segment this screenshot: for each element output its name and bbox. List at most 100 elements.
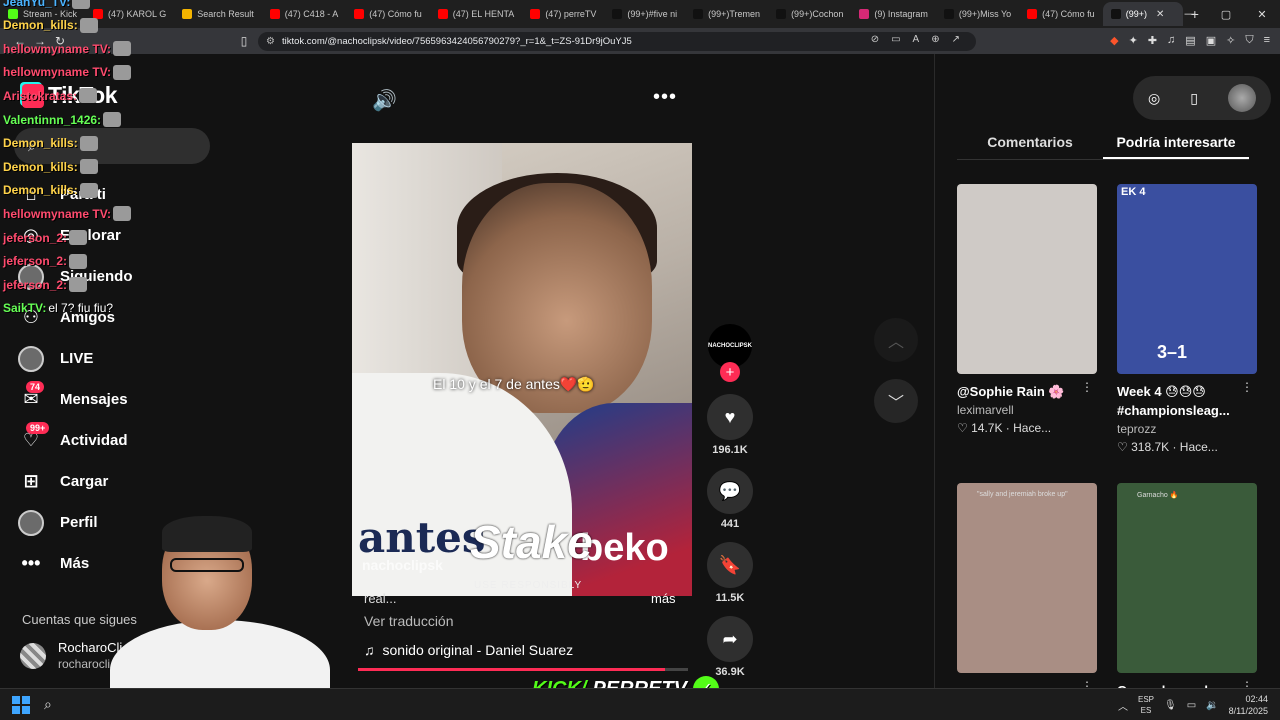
browser-tab[interactable]: (99+)Cochon <box>768 2 851 26</box>
emote-icon <box>69 230 88 245</box>
suggested-video-card[interactable]: @Sophie Rain 🌸 leximarvell ♡ 14.7K · Hace.… <box>957 184 1097 435</box>
clock[interactable]: 02:44 8/11/2025 <box>1229 693 1268 717</box>
tab-label: (47) Cómo fu <box>369 9 422 19</box>
card-stats: ♡ 14.7K · Hace... <box>957 421 1052 435</box>
share-button[interactable]: ➦ <box>707 616 753 662</box>
tray-chevron-icon[interactable]: ︿ <box>1118 698 1128 713</box>
card-author: leximarvell <box>957 403 1014 417</box>
save-button[interactable]: 🔖 <box>707 542 753 588</box>
video-progress-bar[interactable] <box>358 668 688 671</box>
puzzle-icon[interactable]: ✚ <box>1148 34 1157 47</box>
windows-taskbar: ⌕ ︿ ESP ES 🎙 ▭ 🔉 02:44 8/11/2025 <box>0 688 1280 720</box>
browser-tab[interactable]: (99+) ✕ <box>1102 2 1183 26</box>
tab-comments[interactable]: Comentarios <box>957 134 1103 159</box>
video-thumbnail[interactable]: EK 4 3–1 <box>1117 184 1257 374</box>
following-account[interactable]: RocharoCli rocharocli <box>20 640 122 672</box>
eye-off-icon[interactable]: ⊘ <box>871 34 879 45</box>
music-icon[interactable]: ♫ <box>1167 34 1175 47</box>
previous-video-button[interactable]: ︿ <box>874 318 918 362</box>
maximize-icon[interactable]: ▢ <box>1208 8 1244 21</box>
tab-suggested[interactable]: Podría interesarte <box>1103 134 1249 159</box>
sidebar-icon[interactable]: ▤ <box>1185 34 1195 47</box>
vpn-icon[interactable]: ⛉ <box>1245 34 1253 47</box>
minimize-icon[interactable]: — <box>1172 8 1208 20</box>
sidebar-item-mensajes[interactable]: ✉ 74 Mensajes <box>18 379 218 420</box>
emote-icon <box>72 0 91 9</box>
comment-icon: 💬 <box>718 480 742 501</box>
avatar <box>18 509 44 536</box>
kebab-menu-icon[interactable]: ⋮ <box>1241 380 1253 394</box>
language-indicator[interactable]: ESP ES <box>1138 694 1154 716</box>
suggested-video-card[interactable]: EK 4 3–1 Week 4 😓😓😓 #championsleag... tepro… <box>1117 184 1257 454</box>
browser-tab[interactable]: (47) EL HENTA <box>430 2 523 26</box>
chat-message: SaikTV: el 7? fiu fiu? <box>3 301 113 315</box>
sidebar-item-live[interactable]: LIVE <box>18 338 218 379</box>
leo-icon[interactable]: ✧ <box>1226 34 1235 47</box>
speaker-icon[interactable]: 🔉 <box>1206 700 1218 711</box>
phone-icon[interactable]: ▯ <box>1190 90 1198 107</box>
window-controls: — ▢ ✕ <box>1172 0 1280 28</box>
browser-tab[interactable]: (47) Cómo fu <box>346 2 430 26</box>
network-icon[interactable]: ▭ <box>1187 700 1196 711</box>
user-avatar[interactable] <box>1227 84 1256 112</box>
mic-icon[interactable]: 🎙 <box>1164 700 1177 711</box>
follow-plus-icon[interactable]: + <box>720 362 740 382</box>
address-bar-row: ← → ↻ ▯ ⚙ tiktok.com/@nachoclipsk/video/… <box>0 28 1280 54</box>
more-options-icon[interactable]: ••• <box>653 86 677 109</box>
video-thumbnail[interactable]: "sally and jeremiah broke up" <box>957 483 1097 673</box>
close-window-icon[interactable]: ✕ <box>1244 8 1280 21</box>
brave-shield-icon[interactable]: ◆ <box>1110 34 1118 47</box>
site-settings-icon[interactable]: ⚙ <box>266 36 275 47</box>
kebab-menu-icon[interactable]: ⋮ <box>1081 380 1093 394</box>
bookmark-icon[interactable]: ▯ <box>234 34 254 48</box>
url-action-icons: ⊘ ▭ A ⊕ ↗ <box>871 34 960 45</box>
volume-icon[interactable]: 🔊 <box>372 88 397 113</box>
sidebar-item-cargar[interactable]: ⊞ Cargar <box>18 461 218 502</box>
wallet-icon[interactable]: ▣ <box>1206 34 1216 47</box>
sidebar-item-actividad[interactable]: ♡ 99+ Actividad <box>18 420 218 461</box>
tab-label: (9) Instagram <box>874 9 928 19</box>
next-video-button[interactable]: ﹀ <box>874 379 918 423</box>
suggested-video-card[interactable]: "sally and jeremiah broke up" ⋮ <box>957 483 1097 693</box>
menu-icon[interactable]: ≡ <box>1264 34 1270 47</box>
browser-tab[interactable]: (9) Instagram <box>851 2 936 26</box>
live-avatar <box>18 345 44 372</box>
music-link[interactable]: ♫ sonido original - Daniel Suarez <box>364 642 573 658</box>
chat-username: JeanYu_TV: <box>3 0 71 9</box>
tab-close-icon[interactable]: ✕ <box>1156 9 1164 20</box>
music-title: sonido original - Daniel Suarez <box>382 642 574 658</box>
share-arrow-icon: ➦ <box>722 628 738 649</box>
chat-message: Demon_kills: <box>3 182 98 198</box>
share-icon[interactable]: ↗ <box>952 34 960 45</box>
translate-link[interactable]: Ver traducción <box>364 613 454 629</box>
windows-start-icon[interactable] <box>12 696 30 714</box>
extensions-icon[interactable]: ✦ <box>1129 34 1138 47</box>
browser-tab[interactable]: (99+)#five ni <box>604 2 685 26</box>
following-avatar <box>20 643 46 669</box>
browser-tab[interactable]: (99+)Miss Yo <box>936 2 1019 26</box>
emote-icon <box>69 253 88 269</box>
compass-small-icon[interactable]: ◎ <box>1148 90 1160 107</box>
browser-tab[interactable]: (47) Cómo fu <box>1019 2 1103 26</box>
comment-button[interactable]: 💬 <box>707 468 753 514</box>
browser-tab[interactable]: Search Result <box>174 2 262 26</box>
zoom-icon[interactable]: ⊕ <box>931 34 939 45</box>
translate-icon[interactable]: A <box>913 34 920 45</box>
more-icon: ••• <box>21 553 41 573</box>
video-thumbnail[interactable] <box>957 184 1097 374</box>
cast-icon[interactable]: ▭ <box>891 34 900 45</box>
video-thumbnail[interactable]: Garnacho 🔥 <box>1117 483 1257 673</box>
browser-tab[interactable]: (47) C418 - A <box>262 2 347 26</box>
video-player[interactable]: antes beko Stake USE RESPONSIBLY nachocl… <box>352 143 692 596</box>
url-field[interactable]: ⚙ tiktok.com/@nachoclipsk/video/75659634… <box>258 32 976 51</box>
like-button[interactable]: ♥ <box>707 394 753 440</box>
tab-label: (47) C418 - A <box>284 9 339 19</box>
browser-tab[interactable]: (47) KAROL G <box>85 2 174 26</box>
more-link[interactable]: más <box>651 591 676 606</box>
suggested-video-card[interactable]: Garnacho 🔥Garnacho goal⋮ <box>1117 483 1257 700</box>
browser-tab[interactable]: (99+)Tremen <box>685 2 768 26</box>
card-stats-text: 14.7K · Hace... <box>971 421 1052 435</box>
like-count: 196.1K <box>712 444 748 456</box>
taskbar-search-icon[interactable]: ⌕ <box>44 696 52 713</box>
browser-tab[interactable]: (47) perreTV <box>522 2 604 26</box>
